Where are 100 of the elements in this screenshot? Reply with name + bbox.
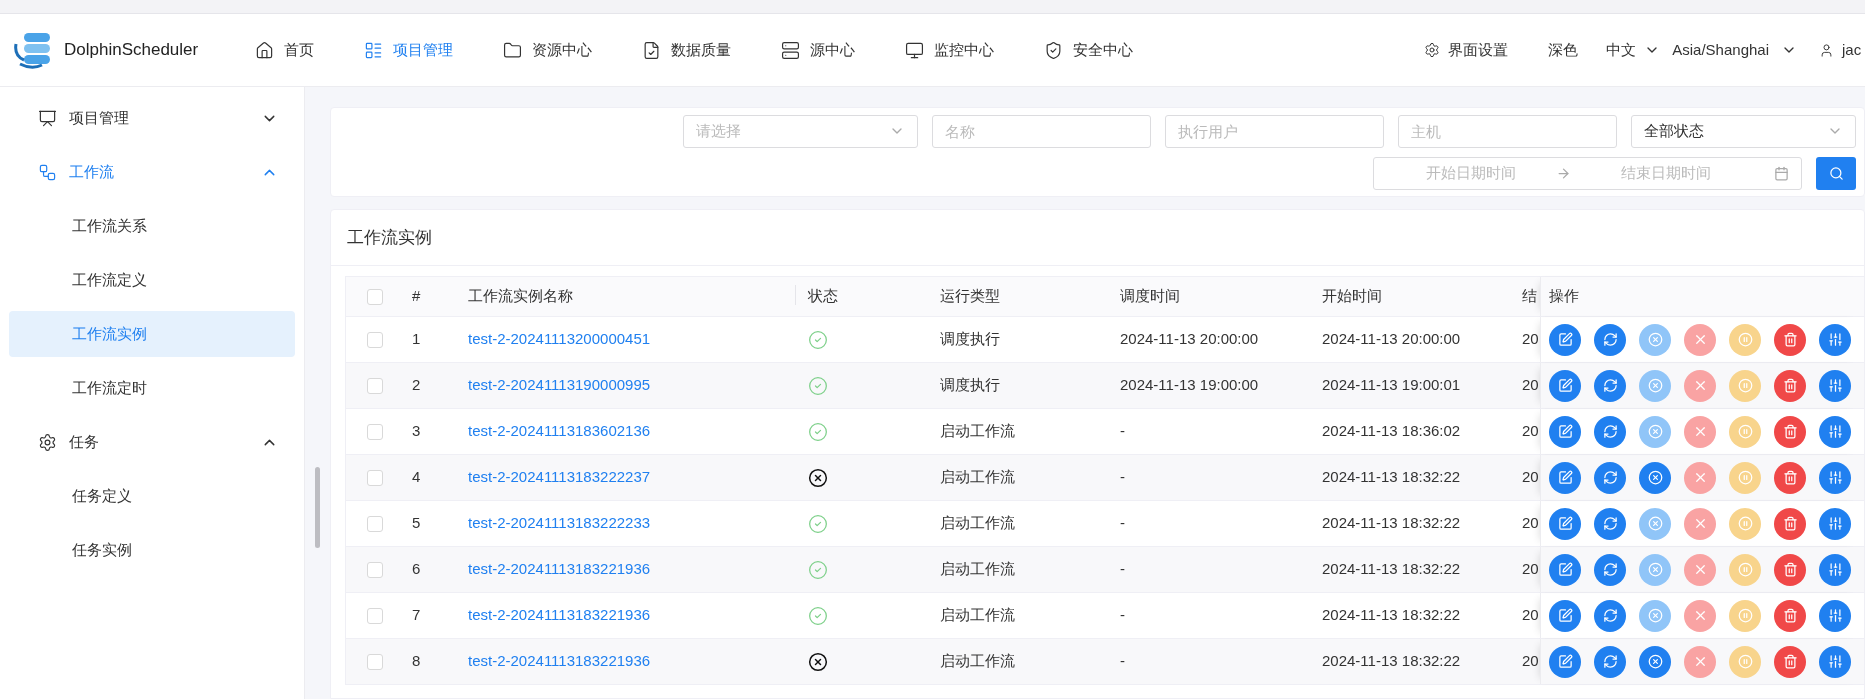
folder-icon	[503, 40, 522, 60]
settings-button[interactable]: 界面设置	[1424, 38, 1509, 62]
gantt-button[interactable]	[1819, 599, 1851, 632]
sliders-icon	[1827, 562, 1843, 577]
gantt-button[interactable]	[1819, 553, 1851, 586]
edit-button[interactable]	[1549, 599, 1581, 632]
rerun-button[interactable]	[1594, 507, 1626, 540]
start-time-cell: 2024-11-13 18:32:22	[1322, 652, 1461, 670]
refresh-icon	[1602, 562, 1618, 577]
instance-link[interactable]: test-2-20241113183221936	[468, 560, 651, 578]
user-menu[interactable]: jac	[1819, 38, 1865, 62]
row-checkbox[interactable]	[367, 653, 383, 670]
index-cell: 6	[412, 560, 421, 578]
stop-button[interactable]	[1639, 645, 1671, 678]
run-type-cell: 调度执行	[940, 330, 1000, 348]
sidebar-item[interactable]: 任务定义	[9, 473, 295, 519]
x-circle-icon	[1647, 470, 1663, 485]
gantt-button[interactable]	[1819, 507, 1851, 540]
instance-link[interactable]: test-2-20241113200000451	[468, 330, 651, 348]
instance-link[interactable]: test-2-20241113183222237	[468, 468, 651, 486]
sidebar-item[interactable]: 工作流定时	[9, 365, 295, 411]
nav-item[interactable]: 数据质量	[642, 38, 731, 62]
edit-button[interactable]	[1549, 415, 1581, 448]
edit-button[interactable]	[1549, 645, 1581, 678]
row-checkbox[interactable]	[367, 377, 383, 394]
row-checkbox[interactable]	[367, 331, 383, 348]
delete-button[interactable]	[1774, 507, 1806, 540]
rerun-button[interactable]	[1594, 415, 1626, 448]
nav-item[interactable]: 首页	[255, 38, 314, 62]
sidebar-group[interactable]: 工作流	[0, 145, 304, 199]
delete-button[interactable]	[1774, 415, 1806, 448]
gantt-button[interactable]	[1819, 369, 1851, 402]
schedule-time-cell: -	[1120, 560, 1125, 578]
delete-button[interactable]	[1774, 599, 1806, 632]
edit-button[interactable]	[1549, 507, 1581, 540]
workflow-icon	[38, 162, 57, 182]
gantt-button[interactable]	[1819, 461, 1851, 494]
table-cell: 20	[1522, 560, 1539, 578]
delete-button[interactable]	[1774, 553, 1806, 586]
instance-link[interactable]: test-2-20241113183221936	[468, 652, 651, 670]
theme-toggle[interactable]: 深色	[1548, 38, 1579, 62]
column-header: #	[412, 287, 421, 305]
nav-item[interactable]: 源中心	[781, 38, 855, 62]
trash-icon	[1782, 332, 1798, 347]
pause-icon	[1737, 332, 1753, 347]
state-select[interactable]: 全部状态	[1631, 114, 1856, 148]
delete-button[interactable]	[1774, 323, 1806, 356]
name-field[interactable]: 名称	[932, 114, 1151, 148]
instance-link[interactable]: test-2-20241113190000995	[468, 376, 651, 394]
delete-button[interactable]	[1774, 461, 1806, 494]
index-cell: 8	[412, 652, 421, 670]
row-checkbox[interactable]	[367, 607, 383, 624]
nav-item[interactable]: 监控中心	[905, 38, 994, 62]
sidebar-item[interactable]: 工作流关系	[9, 203, 295, 249]
sidebar-item[interactable]: 工作流定义	[9, 257, 295, 303]
calendar-icon	[1774, 165, 1789, 181]
rerun-button[interactable]	[1594, 323, 1626, 356]
delete-button[interactable]	[1774, 369, 1806, 402]
host-field[interactable]: 主机	[1398, 114, 1617, 148]
gantt-button[interactable]	[1819, 645, 1851, 678]
row-checkbox[interactable]	[367, 469, 383, 486]
edit-button[interactable]	[1549, 323, 1581, 356]
rerun-button[interactable]	[1594, 369, 1626, 402]
stop-button[interactable]	[1639, 461, 1671, 494]
gantt-button[interactable]	[1819, 415, 1851, 448]
row-checkbox[interactable]	[367, 515, 383, 532]
instance-link[interactable]: test-2-20241113183221936	[468, 606, 651, 624]
run-type-cell: 启动工作流	[940, 606, 1015, 624]
rerun-button[interactable]	[1594, 645, 1626, 678]
edit-button[interactable]	[1549, 553, 1581, 586]
instance-link[interactable]: test-2-20241113183222233	[468, 514, 651, 532]
search-button[interactable]	[1816, 156, 1856, 190]
rerun-button[interactable]	[1594, 599, 1626, 632]
timezone-select[interactable]: Asia/Shanghai	[1672, 38, 1797, 62]
nav-item[interactable]: 项目管理	[364, 38, 453, 62]
pen-icon	[1557, 608, 1573, 623]
sidebar-group[interactable]: 项目管理	[0, 91, 304, 145]
instance-link[interactable]: test-2-20241113183602136	[468, 422, 651, 440]
rerun-button[interactable]	[1594, 461, 1626, 494]
row-checkbox[interactable]	[367, 561, 383, 578]
row-checkbox[interactable]	[367, 288, 383, 305]
language-select[interactable]: 中文	[1606, 38, 1661, 62]
sidebar-item[interactable]: 任务实例	[9, 527, 295, 573]
executor-field[interactable]: 执行用户	[1165, 114, 1384, 148]
edit-button[interactable]	[1549, 369, 1581, 402]
start-time-cell: 2024-11-13 18:32:22	[1322, 514, 1461, 532]
sidebar-group[interactable]: 任务	[0, 415, 304, 469]
delete-button[interactable]	[1774, 645, 1806, 678]
gantt-button[interactable]	[1819, 323, 1851, 356]
edit-button[interactable]	[1549, 461, 1581, 494]
x-circle-icon	[1647, 378, 1663, 393]
refresh-icon	[1602, 470, 1618, 485]
scrollbar-thumb[interactable]	[315, 467, 320, 548]
run-type-cell: 调度执行	[940, 376, 1000, 394]
row-checkbox[interactable]	[367, 423, 383, 440]
x-circle-icon	[1647, 332, 1663, 347]
nav-item[interactable]: 安全中心	[1044, 38, 1133, 62]
nav-item[interactable]: 资源中心	[503, 38, 592, 62]
schedule-time-cell: -	[1120, 652, 1125, 670]
rerun-button[interactable]	[1594, 553, 1626, 586]
